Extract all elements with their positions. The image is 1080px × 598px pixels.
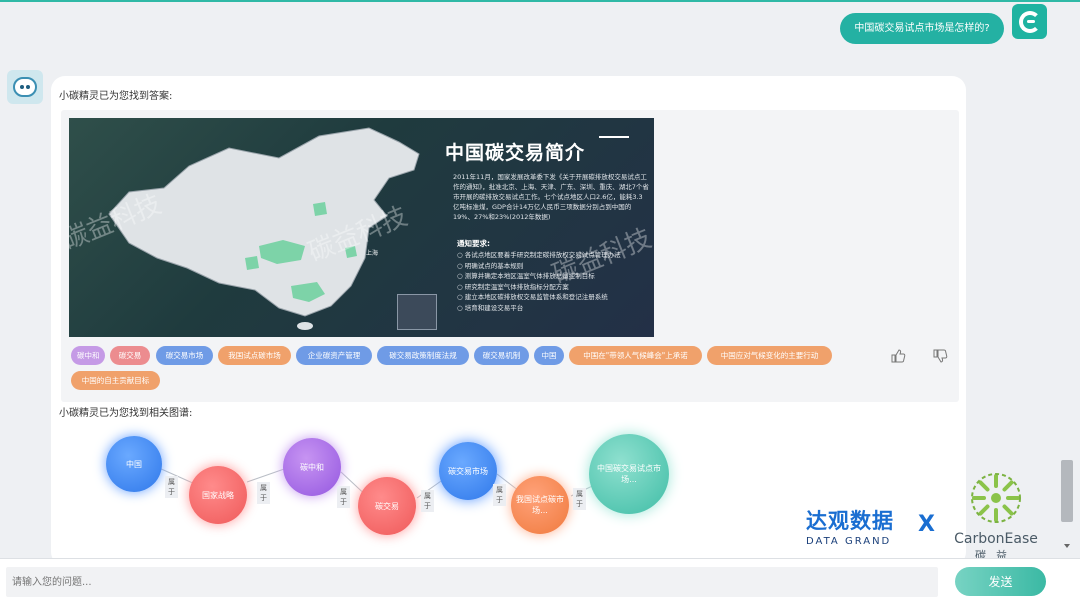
thumbs-up-icon[interactable] [890, 348, 906, 364]
slide-title: 中国碳交易简介 [445, 142, 586, 164]
graph-node[interactable]: 中国碳交易试点市场... [589, 434, 669, 514]
carbonease-c-icon [1018, 10, 1041, 33]
keyword-tag[interactable]: 中国应对气候变化的主要行动 [707, 346, 832, 365]
answer-result-panel: 上海 碳益科技 碳益科技 碳益科技 中国碳交易简介 2011年11月，国家发展改… [61, 110, 959, 402]
datagrand-logo: 达观数据 DATA GRAND [806, 505, 894, 547]
graph-edge [246, 467, 288, 483]
carbonease-leaf-icon [971, 473, 1021, 523]
slide-requirement-item: 测算并确定本地区温室气体排放总量控制目标 [457, 271, 647, 282]
graph-edge-label: 属于 [337, 486, 350, 508]
keyword-tag[interactable]: 碳交易 [110, 346, 150, 365]
slide-requirements-title: 通知要求: [457, 239, 490, 248]
slide-body-text: 2011年11月，国家发展改革委下发《关于开展碳排放权交易试点工作的通知》，批准… [453, 173, 649, 221]
graph-edge-label: 属于 [573, 488, 586, 510]
question-input[interactable] [6, 567, 938, 597]
keyword-tag[interactable]: 碳交易机制 [474, 346, 529, 365]
datagrand-logo-cn: 达观数据 [806, 509, 894, 533]
graph-node[interactable]: 国家战略 [189, 466, 247, 524]
graph-node[interactable]: 碳中和 [283, 438, 341, 496]
keyword-tag[interactable]: 中国的自主贡献目标 [71, 371, 160, 390]
graph-edge-label: 属于 [493, 484, 506, 506]
slide-requirement-item: 培育和建设交易平台 [457, 303, 647, 314]
scroll-down-arrow-icon[interactable] [1064, 544, 1070, 548]
graph-intro-text: 小碳精灵已为您找到相关图谱: [59, 408, 193, 419]
user-message-bubble: 中国碳交易试点市场是怎样的? [840, 13, 1004, 44]
keyword-tag[interactable]: 中国 [534, 346, 564, 365]
slide-requirements-list: 各试点地区要着手研究制定碳排放权交易试点管理办法 明确试点的基本规则 测算并确定… [457, 250, 647, 314]
slide-title-underline [599, 136, 629, 138]
graph-node[interactable]: 碳交易市场 [439, 442, 497, 500]
brand-cross: X [918, 512, 935, 537]
slide-requirement-item: 研究制定温室气体排放指标分配方案 [457, 282, 647, 293]
hainan-shape [297, 322, 313, 330]
user-avatar [1012, 4, 1047, 39]
answer-intro-text: 小碳精灵已为您找到答案: [59, 91, 173, 102]
map-label-shanghai: 上海 [366, 250, 379, 257]
chat-scrollbar[interactable] [1060, 48, 1074, 558]
datagrand-logo-en: DATA GRAND [806, 536, 892, 547]
carbonease-logo: CarbonEase 碳益 [948, 470, 1044, 563]
keyword-tag[interactable]: 碳交易政策制度法规 [377, 346, 469, 365]
pilot-region-beijing [313, 202, 327, 216]
scrollbar-thumb[interactable] [1061, 460, 1073, 522]
carbonease-logo-en: CarbonEase [954, 531, 1038, 547]
top-accent-line [0, 0, 1080, 2]
send-button[interactable]: 发送 [955, 567, 1046, 596]
graph-node[interactable]: 中国 [106, 436, 162, 492]
keyword-tag[interactable]: 我国试点碳市场 [218, 346, 291, 365]
keyword-tag[interactable]: 企业碳资产管理 [296, 346, 372, 365]
slide-requirement-item: 建立本地区碳排放权交易监管体系和登记注册系统 [457, 292, 647, 303]
bot-avatar [7, 70, 43, 104]
graph-node[interactable]: 我国试点碳市场... [511, 476, 569, 534]
graph-edge-label: 属于 [257, 482, 270, 504]
chat-input-bar: 发送 [0, 558, 1080, 598]
slide-requirement-item: 明确试点的基本规则 [457, 261, 647, 272]
keyword-tag[interactable]: 碳交易市场 [156, 346, 213, 365]
graph-node[interactable]: 碳交易 [358, 477, 416, 535]
graph-edge-label: 属于 [165, 476, 178, 498]
slide-requirement-item: 各试点地区要着手研究制定碳排放权交易试点管理办法 [457, 250, 647, 261]
graph-edge-label: 属于 [421, 490, 434, 512]
thumbs-down-icon[interactable] [932, 348, 948, 364]
answer-card: 小碳精灵已为您找到答案: 上海 碳益科技 碳益科技 碳益科技 中国碳交易简介 2… [51, 76, 966, 566]
south-china-sea-inset [397, 294, 437, 330]
keyword-tag[interactable]: 碳中和 [71, 346, 105, 365]
robot-icon [13, 77, 37, 97]
pilot-region-chongqing [245, 256, 259, 270]
keyword-tag[interactable]: 中国在"带领人气候峰会"上承诺 [569, 346, 702, 365]
china-carbon-trading-slide-image: 上海 碳益科技 碳益科技 碳益科技 中国碳交易简介 2011年11月，国家发展改… [69, 118, 654, 337]
